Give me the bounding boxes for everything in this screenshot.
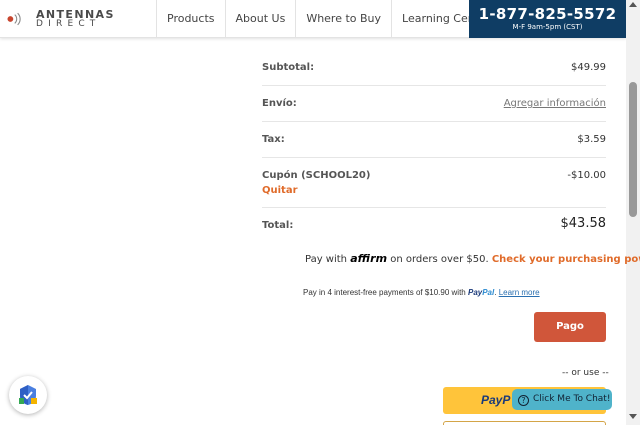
nav-item-about-us[interactable]: About Us: [224, 0, 296, 38]
google-reviews-badge[interactable]: [9, 376, 47, 414]
paypal-logo-pay: Pay: [467, 288, 483, 297]
phone-number: 1-877-825-5572: [478, 5, 617, 23]
affirm-logo: affirm: [350, 252, 388, 265]
add-shipping-info-link[interactable]: Agregar información: [504, 98, 606, 109]
paypal-logo-pal: Pal: [482, 288, 495, 297]
site-header: ANTENNAS DIRECT Products About Us Where …: [0, 0, 626, 38]
antenna-logo-icon: [7, 12, 21, 26]
subtotal-value: $49.99: [571, 62, 606, 73]
chat-button[interactable]: ? Click Me To Chat!: [512, 389, 612, 410]
coupon-label: Cupón (SCHOOL20): [262, 170, 371, 181]
scroll-down-arrow-icon[interactable]: [629, 414, 637, 419]
total-row: Total: $43.58: [262, 208, 606, 244]
antennas-direct-logo[interactable]: ANTENNAS DIRECT: [6, 8, 134, 30]
logo-text-direct: DIRECT: [36, 19, 101, 29]
coupon-row: Cupón (SCHOOL20) Quitar -$10.00: [262, 158, 606, 208]
help-question-icon: ?: [518, 395, 529, 406]
paypal-secondary-button[interactable]: [443, 421, 606, 425]
subtotal-row: Subtotal: $49.99: [262, 50, 606, 86]
page-scrollbar[interactable]: [626, 0, 640, 425]
order-summary: Subtotal: $49.99 Envío: Agregar informac…: [262, 50, 606, 244]
shipping-label: Envío:: [262, 98, 297, 109]
google-badge-icon: [19, 385, 37, 405]
tax-row: Tax: $3.59: [262, 122, 606, 158]
check-purchasing-power-link[interactable]: Check your purchasing power: [492, 254, 640, 265]
chat-label: Click Me To Chat!: [533, 394, 611, 404]
affirm-pre-text: Pay with: [305, 254, 351, 265]
subtotal-label: Subtotal:: [262, 62, 315, 73]
tax-value: $3.59: [577, 134, 606, 145]
nav-item-products[interactable]: Products: [156, 0, 225, 38]
paypal-installment-text: Pay in 4 interest-free payments of $10.9…: [303, 288, 468, 297]
nav-item-where-to-buy[interactable]: Where to Buy: [295, 0, 391, 38]
phone-contact[interactable]: 1-877-825-5572 M-F 9am-5pm (CST): [469, 0, 626, 38]
scroll-thumb[interactable]: [629, 82, 637, 217]
total-value: $43.58: [560, 216, 607, 231]
remove-coupon-link[interactable]: Quitar: [262, 185, 298, 196]
affirm-mid-text: on orders over $50.: [387, 254, 492, 265]
shipping-row: Envío: Agregar información: [262, 86, 606, 122]
scroll-up-arrow-icon[interactable]: [629, 2, 637, 7]
coupon-value: -$10.00: [567, 170, 606, 181]
affirm-promo: Pay with affirm on orders over $50. Chec…: [305, 252, 640, 265]
total-label: Total:: [262, 220, 294, 231]
paypal-learn-more-link[interactable]: Learn more: [499, 288, 540, 297]
or-use-divider: -- or use --: [562, 368, 609, 378]
pago-checkout-button[interactable]: Pago: [534, 312, 606, 342]
phone-hours: M-F 9am-5pm (CST): [512, 23, 583, 31]
paypal-pay-in-4-message: Pay in 4 interest-free payments of $10.9…: [303, 288, 540, 297]
paypal-button-logo: PayP: [481, 393, 511, 407]
tax-label: Tax:: [262, 134, 285, 145]
main-nav: Products About Us Where to Buy Learning …: [156, 0, 500, 38]
